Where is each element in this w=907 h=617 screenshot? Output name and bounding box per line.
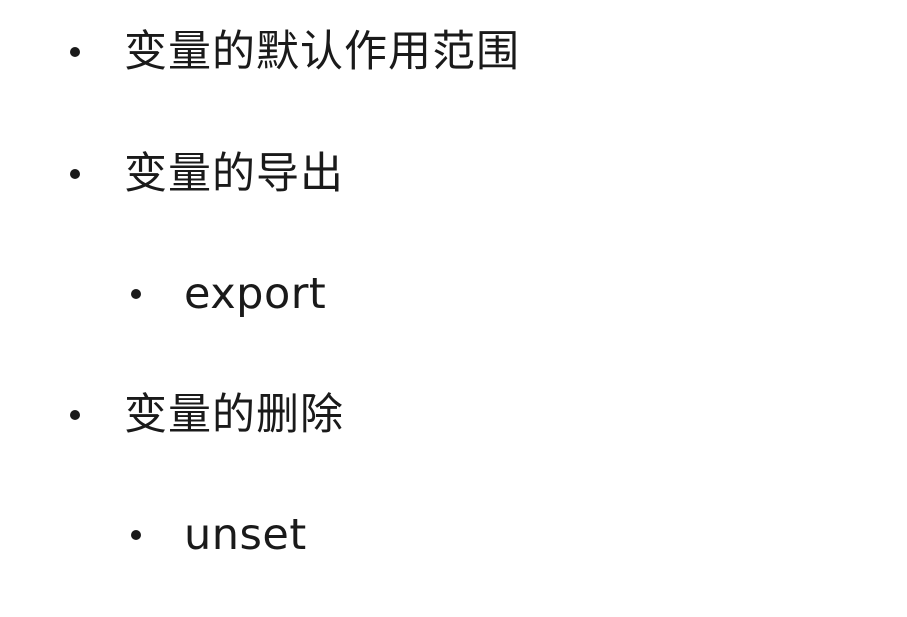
list-item-label: 变量的默认作用范围 xyxy=(124,27,520,77)
slide: 变量的默认作用范围 变量的导出 export 变量的删除 unset xyxy=(0,0,907,617)
bullet-dot-icon xyxy=(131,530,141,540)
bullet-dot-icon xyxy=(70,410,80,420)
list-item-label: 变量的导出 xyxy=(124,149,344,199)
bullet-dot-icon xyxy=(131,289,141,299)
list-item-label: 变量的删除 xyxy=(124,390,344,440)
bullet-dot-icon xyxy=(70,47,80,57)
sub-list-item-label: unset xyxy=(184,510,307,560)
sub-list-item-label: export xyxy=(184,269,327,319)
bullet-dot-icon xyxy=(70,169,80,179)
